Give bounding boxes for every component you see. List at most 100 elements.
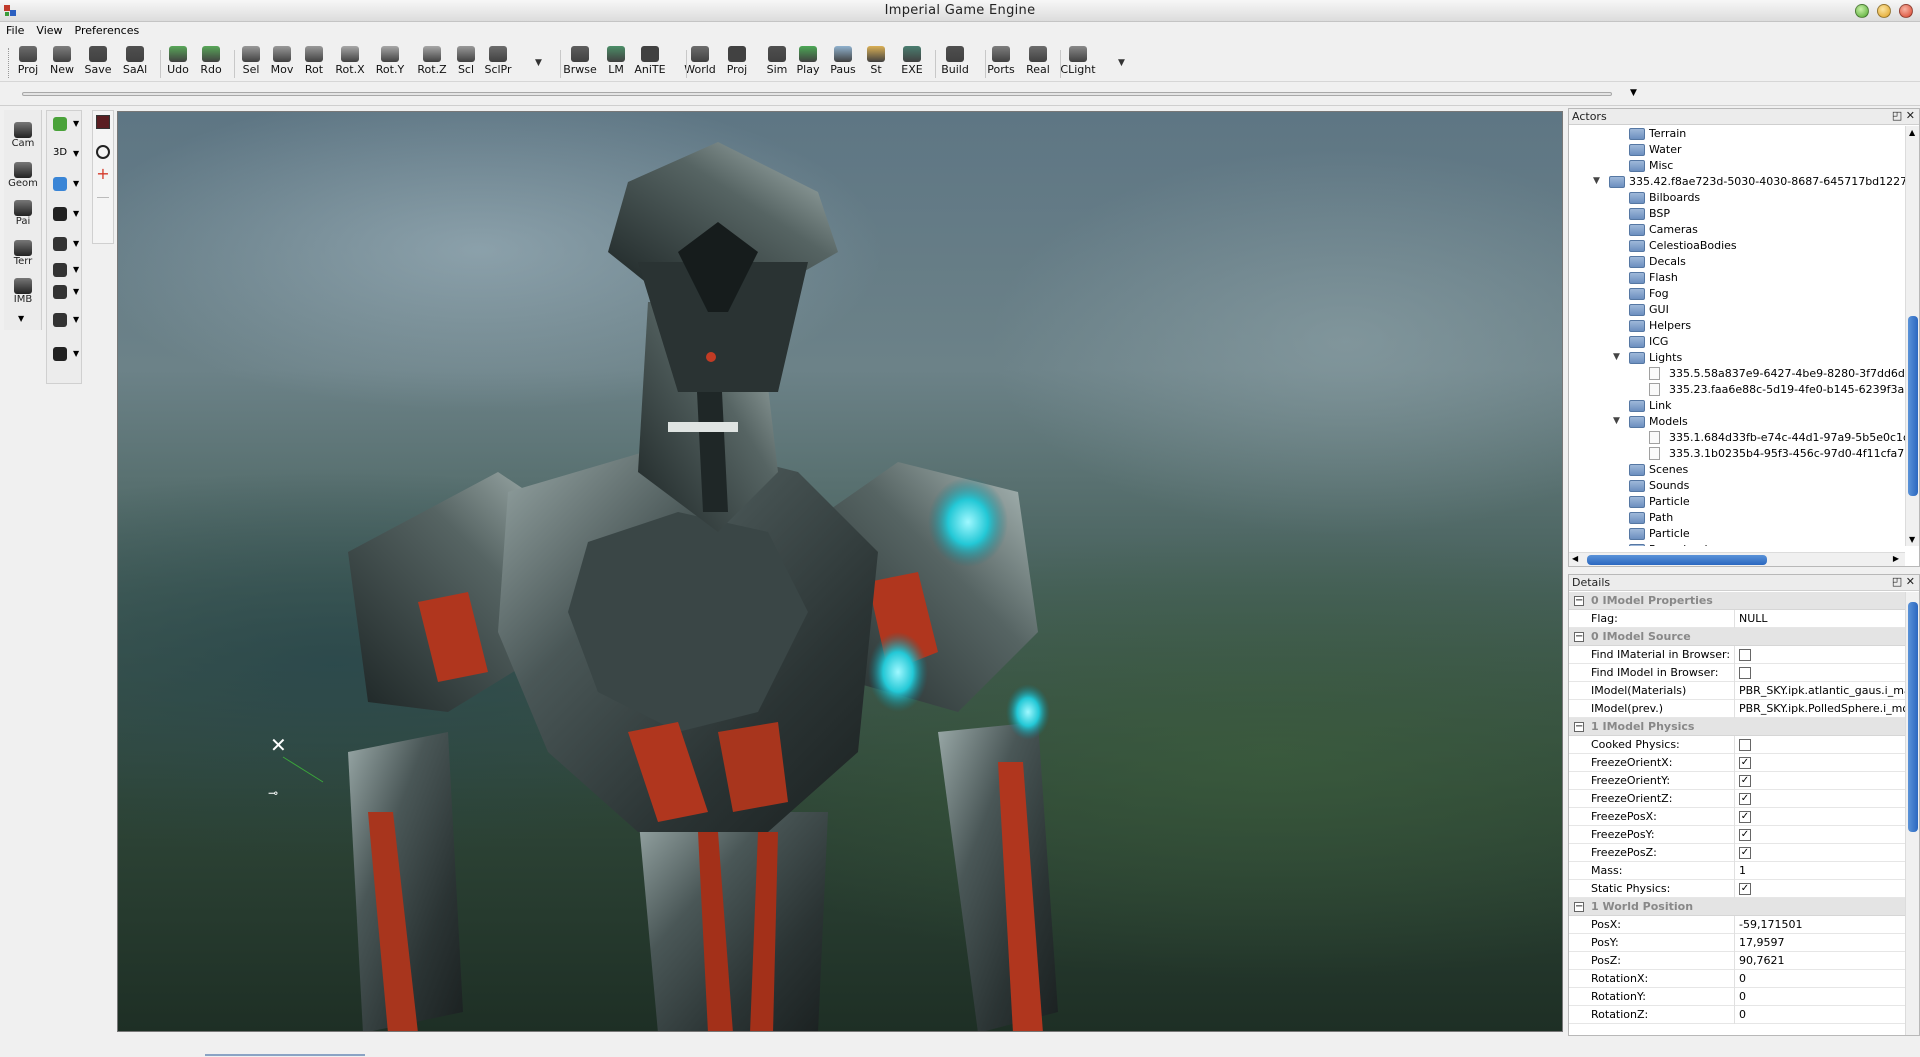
collapse-group-icon[interactable]: − bbox=[1574, 902, 1584, 912]
viewport-tool-shading[interactable]: ▼ bbox=[51, 175, 81, 195]
property-value-field[interactable]: 0 bbox=[1734, 1006, 1905, 1024]
dropdown-caret-icon[interactable]: ▼ bbox=[73, 149, 79, 158]
dropdown-caret-icon[interactable]: ▼ bbox=[73, 119, 79, 128]
property-checkbox[interactable]: ✓ bbox=[1739, 793, 1751, 805]
viewport-tool-view-mode[interactable]: 3D ▼ bbox=[51, 145, 81, 165]
float-panel-icon[interactable]: ◰ bbox=[1892, 575, 1902, 588]
tree-expand-toggle-icon[interactable]: ▼ bbox=[1593, 176, 1603, 186]
property-value-field[interactable]: 90,7621 bbox=[1734, 952, 1905, 970]
details-scroll-thumb[interactable] bbox=[1908, 602, 1918, 832]
viewport-tool-visibility[interactable]: ▼ bbox=[51, 205, 81, 225]
actors-vertical-scrollbar[interactable]: ▲ ▼ bbox=[1905, 126, 1919, 546]
scroll-right-icon[interactable]: ▶ bbox=[1893, 554, 1899, 563]
toolbar-rot-x-button[interactable]: Rot.X bbox=[330, 44, 370, 80]
viewport-tool-grid[interactable]: ▼ bbox=[51, 235, 81, 255]
toolbar-sclpr-button[interactable]: SclPr bbox=[478, 44, 518, 80]
dropdown-caret-icon[interactable]: ▼ bbox=[73, 239, 79, 248]
viewport-tool-angle-snap[interactable]: ▼ bbox=[51, 261, 81, 281]
timeline-dropdown-icon[interactable]: ▼ bbox=[1630, 88, 1637, 98]
property-value-field[interactable]: 1 bbox=[1734, 862, 1905, 880]
target-icon[interactable] bbox=[96, 145, 110, 159]
mode-terr-button[interactable]: Terr bbox=[4, 240, 42, 267]
scroll-up-icon[interactable]: ▲ bbox=[1909, 128, 1915, 137]
toolbar-rot-button[interactable]: Rot bbox=[294, 44, 334, 80]
toolbar-anite-button[interactable]: AniTE bbox=[630, 44, 670, 80]
maximize-button[interactable] bbox=[1877, 4, 1891, 18]
viewport-tool-paint-brush[interactable]: ▼ bbox=[51, 345, 81, 365]
dropdown-caret-icon[interactable]: ▼ bbox=[73, 349, 79, 358]
collapse-group-icon[interactable]: − bbox=[1574, 722, 1584, 732]
close-panel-icon[interactable]: ✕ bbox=[1906, 575, 1915, 588]
toolbar-st-button[interactable]: St bbox=[856, 44, 896, 80]
actors-horizontal-scrollbar[interactable]: ◀ ▶ bbox=[1569, 552, 1905, 566]
actors-scroll-thumb[interactable] bbox=[1908, 316, 1918, 496]
timeline-slider[interactable] bbox=[22, 92, 1612, 96]
mode-geom-button[interactable]: Geom bbox=[4, 162, 42, 189]
dropdown-caret-icon[interactable]: ▼ bbox=[73, 179, 79, 188]
dropdown-caret-icon[interactable]: ▼ bbox=[73, 209, 79, 218]
property-value-field[interactable]: 17,9597 bbox=[1734, 934, 1905, 952]
property-checkbox[interactable]: ✓ bbox=[1739, 757, 1751, 769]
dropdown-caret-icon[interactable]: ▼ bbox=[73, 287, 79, 296]
property-checkbox[interactable] bbox=[1739, 667, 1751, 679]
dropdown-caret-icon[interactable]: ▼ bbox=[73, 315, 79, 324]
property-group-header[interactable]: −0 IModel Properties bbox=[1569, 592, 1905, 610]
minimize-button[interactable] bbox=[1855, 4, 1869, 18]
tree-expand-toggle-icon[interactable]: ▼ bbox=[1613, 416, 1623, 426]
actors-hscroll-thumb[interactable] bbox=[1587, 555, 1767, 565]
toolbar-new-button[interactable]: New bbox=[42, 44, 82, 80]
mode-imb-button[interactable]: IMB bbox=[4, 278, 42, 305]
property-value-field[interactable]: 0 bbox=[1734, 970, 1905, 988]
collapse-group-icon[interactable]: − bbox=[1574, 632, 1584, 642]
scene-viewport[interactable]: ✕ ⊸ bbox=[117, 111, 1563, 1032]
close-panel-icon[interactable]: ✕ bbox=[1906, 109, 1915, 122]
details-vertical-scrollbar[interactable] bbox=[1905, 592, 1919, 1035]
toolbar-play-button[interactable]: Play bbox=[788, 44, 828, 80]
property-value-field[interactable]: NULL bbox=[1734, 610, 1905, 628]
property-checkbox[interactable]: ✓ bbox=[1739, 775, 1751, 787]
toolbar-save-button[interactable]: Save bbox=[78, 44, 118, 80]
menu-view[interactable]: View bbox=[30, 22, 68, 37]
property-checkbox[interactable]: ✓ bbox=[1739, 829, 1751, 841]
property-checkbox[interactable]: ✓ bbox=[1739, 847, 1751, 859]
toolbar-clight-button[interactable]: CLight bbox=[1058, 44, 1098, 80]
property-value-field[interactable]: 0 bbox=[1734, 988, 1905, 1006]
transform-gizmo[interactable]: ✕ ⊸ bbox=[268, 733, 324, 800]
mode-cam-button[interactable]: Cam bbox=[4, 122, 42, 149]
dropdown-caret-icon[interactable]: ▼ bbox=[73, 265, 79, 274]
toolbar-build-button[interactable]: Build bbox=[935, 44, 975, 80]
viewport-tool-render-mode[interactable]: ▼ bbox=[51, 311, 81, 331]
property-group-header[interactable]: −1 IModel Physics bbox=[1569, 718, 1905, 736]
toolbar-saal-button[interactable]: SaAl bbox=[115, 44, 155, 80]
property-group-header[interactable]: −0 IModel Source bbox=[1569, 628, 1905, 646]
toolbar-exe-button[interactable]: EXE bbox=[892, 44, 932, 80]
close-button[interactable] bbox=[1899, 4, 1913, 18]
property-value-field[interactable]: PBR_SKY.ipk.atlantic_gaus.i_mater bbox=[1734, 682, 1905, 700]
tree-expand-toggle-icon[interactable]: ▼ bbox=[1613, 352, 1623, 362]
property-checkbox[interactable] bbox=[1739, 649, 1751, 661]
property-value-field[interactable]: -59,171501 bbox=[1734, 916, 1905, 934]
menu-file[interactable]: File bbox=[0, 22, 30, 37]
property-group-header[interactable]: −1 World Position bbox=[1569, 898, 1905, 916]
scroll-down-icon[interactable]: ▼ bbox=[1909, 535, 1915, 544]
toolbar-overflow-icon[interactable]: ▼ bbox=[535, 58, 542, 68]
toolbar-overflow-icon[interactable]: ▼ bbox=[1118, 58, 1125, 68]
property-checkbox[interactable] bbox=[1739, 739, 1751, 751]
float-panel-icon[interactable]: ◰ bbox=[1892, 109, 1902, 122]
mode-pai-button[interactable]: Pai bbox=[4, 200, 42, 227]
viewport-tool-gizmo[interactable]: ▼ bbox=[51, 115, 81, 135]
toolbar-real-button[interactable]: Real bbox=[1018, 44, 1058, 80]
robot-model-render[interactable]: ✕ ⊸ bbox=[118, 112, 1563, 1032]
viewport-tool-scale-snap[interactable]: ▼ bbox=[51, 283, 81, 303]
toolbar-proj-button[interactable]: Proj bbox=[717, 44, 757, 80]
add-marker-icon[interactable]: + bbox=[95, 166, 111, 183]
toolbar-rot-y-button[interactable]: Rot.Y bbox=[370, 44, 410, 80]
toolbar-rdo-button[interactable]: Rdo bbox=[191, 44, 231, 80]
property-checkbox[interactable]: ✓ bbox=[1739, 811, 1751, 823]
collapse-group-icon[interactable]: − bbox=[1574, 596, 1584, 606]
color-swatch[interactable] bbox=[96, 115, 110, 129]
property-checkbox[interactable]: ✓ bbox=[1739, 883, 1751, 895]
property-value-field[interactable]: PBR_SKY.ipk.PolledSphere.i_model bbox=[1734, 700, 1905, 718]
toolbar-ports-button[interactable]: Ports bbox=[981, 44, 1021, 80]
mode-overflow-icon[interactable]: ▼ bbox=[18, 314, 24, 323]
